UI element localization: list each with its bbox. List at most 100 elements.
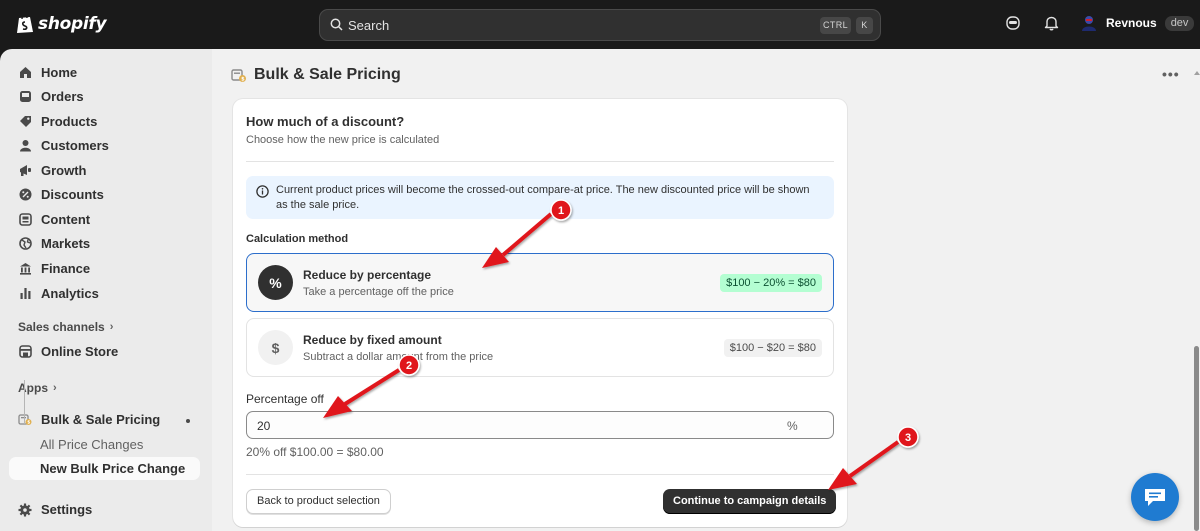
option-reduce-by-fixed-amount[interactable]: $ Reduce by fixed amount Subtract a doll… <box>246 318 834 377</box>
sidebar-item-label: Markets <box>41 236 91 251</box>
info-banner-text: Current product prices will become the c… <box>276 184 810 211</box>
sidebar-item-products[interactable]: Products <box>9 110 200 133</box>
page-title: $ Bulk & Sale Pricing <box>231 66 401 84</box>
option-title: Reduce by fixed amount <box>303 333 442 347</box>
sidebar-item-label: Bulk & Sale Pricing <box>41 412 161 427</box>
page-title-text: Bulk & Sale Pricing <box>254 66 401 83</box>
sidebar-item-settings[interactable]: Settings <box>9 498 200 521</box>
sidebar-item-label: Customers <box>41 138 109 153</box>
option-reduce-by-percentage[interactable]: % Reduce by percentage Take a percentage… <box>246 253 834 312</box>
sidebar-item-label: Home <box>41 65 78 80</box>
info-icon <box>256 185 269 198</box>
sidebar-item-label: Discounts <box>41 187 104 202</box>
sidebar-item-bulk-sale-pricing[interactable]: $ Bulk & Sale Pricing <box>9 408 200 431</box>
search-bar[interactable]: Search CTRL K <box>319 9 881 41</box>
sales-channels-label: Sales channels <box>18 320 105 334</box>
apps-label: Apps <box>18 381 48 395</box>
option-description: Take a percentage off the price <box>303 286 454 298</box>
percentage-off-label: Percentage off <box>246 392 324 406</box>
divider <box>246 474 834 475</box>
sidebar-item-online-store[interactable]: Online Store <box>9 340 200 363</box>
example-badge: $100 − 20% = $80 <box>720 274 822 292</box>
storefront-icon <box>18 345 32 359</box>
main-content: $ Bulk & Sale Pricing ••• How much of a … <box>212 49 1200 531</box>
store-badge: dev <box>1164 15 1195 31</box>
sidebar-item-markets[interactable]: Markets <box>9 232 200 255</box>
sidebar-item-label: All Price Changes <box>40 437 144 452</box>
content-icon <box>18 213 32 227</box>
sidebar-item-new-bulk-price-change[interactable]: New Bulk Price Change <box>9 457 200 480</box>
sidebar-item-label: New Bulk Price Change <box>40 461 186 476</box>
sidebar-item-home[interactable]: Home <box>9 61 200 84</box>
divider <box>246 161 834 162</box>
search-placeholder: Search <box>348 18 390 33</box>
back-button[interactable]: Back to product selection <box>246 489 391 514</box>
sidebar-item-label: Finance <box>41 261 91 276</box>
scroll-up-arrow[interactable] <box>1194 71 1200 75</box>
chat-bubble-icon <box>1145 489 1165 506</box>
gear-icon <box>18 503 32 517</box>
chevron-right-icon: › <box>53 382 57 394</box>
store-avatar <box>1082 16 1096 31</box>
sidebar-item-label: Products <box>41 114 98 129</box>
example-badge: $100 − $20 = $80 <box>723 339 822 357</box>
more-actions-icon[interactable]: ••• <box>1162 66 1180 82</box>
sidebar-item-label: Growth <box>41 163 87 178</box>
sidebar-item-analytics[interactable]: Analytics <box>9 282 200 305</box>
app-pin-dot <box>186 419 190 423</box>
tag-icon <box>18 115 32 129</box>
price-preview: 20% off $100.00 = $80.00 <box>246 445 384 459</box>
sidebar-item-orders[interactable]: Orders <box>9 85 200 108</box>
discount-card: How much of a discount? Choose how the n… <box>233 99 847 527</box>
option-description: Subtract a dollar amount from the price <box>303 351 494 363</box>
info-banner: Current product prices will become the c… <box>246 176 834 219</box>
card-heading: How much of a discount? <box>246 114 405 129</box>
sidebar-item-growth[interactable]: Growth <box>9 159 200 182</box>
discount-icon <box>18 188 32 202</box>
scrollbar-thumb[interactable] <box>1194 346 1199 531</box>
shopify-logo[interactable]: shopify <box>16 13 107 34</box>
chat-widget-button[interactable] <box>1131 473 1179 521</box>
inbox-icon <box>18 90 32 104</box>
percent-icon: % <box>258 265 293 300</box>
percentage-off-input[interactable]: 20 % <box>246 411 834 439</box>
tree-line <box>24 380 25 424</box>
sidekick-icon[interactable] <box>1005 15 1021 31</box>
sidebar-item-all-price-changes[interactable]: All Price Changes <box>9 433 200 456</box>
sidebar-item-content[interactable]: Content <box>9 208 200 231</box>
card-subheading: Choose how the new price is calculated <box>246 134 440 146</box>
sidebar-item-finance[interactable]: Finance <box>9 257 200 280</box>
sidebar-item-label: Content <box>41 212 91 227</box>
sidebar-item-discounts[interactable]: Discounts <box>9 183 200 206</box>
sidebar-item-customers[interactable]: Customers <box>9 134 200 157</box>
megaphone-icon <box>18 164 32 178</box>
shortcut-ctrl-key: CTRL <box>820 17 851 34</box>
svg-text:$: $ <box>241 76 245 82</box>
user-menu[interactable]: Revnous dev <box>1080 14 1195 32</box>
percentage-suffix: % <box>787 419 798 433</box>
sidebar-item-label: Analytics <box>41 286 99 301</box>
chevron-right-icon: › <box>109 321 114 333</box>
sidebar-item-label: Orders <box>41 89 84 104</box>
option-title: Reduce by percentage <box>303 268 432 282</box>
top-bar: shopify Search CTRL K Revnous dev <box>0 0 1200 49</box>
svg-text:$: $ <box>27 420 30 426</box>
sales-channels-heading[interactable]: Sales channels › <box>18 320 113 334</box>
app-icon: $ <box>231 68 246 82</box>
sidebar-item-label: Online Store <box>41 344 119 359</box>
home-icon <box>18 66 32 80</box>
percentage-value: 20 <box>257 419 271 433</box>
bank-icon <box>18 262 32 276</box>
calculation-method-label: Calculation method <box>246 233 349 245</box>
shortcut-k-key: K <box>856 17 873 34</box>
user-name: Revnous <box>1106 16 1157 30</box>
continue-button[interactable]: Continue to campaign details <box>663 489 837 514</box>
person-icon <box>18 139 32 153</box>
dollar-icon: $ <box>258 330 293 365</box>
app-icon: $ <box>18 413 32 427</box>
search-icon <box>330 18 343 31</box>
notification-bell-icon[interactable] <box>1044 15 1059 31</box>
brand-name: shopify <box>38 13 107 34</box>
bar-chart-icon <box>18 287 32 301</box>
shopify-bag-icon <box>17 14 33 33</box>
